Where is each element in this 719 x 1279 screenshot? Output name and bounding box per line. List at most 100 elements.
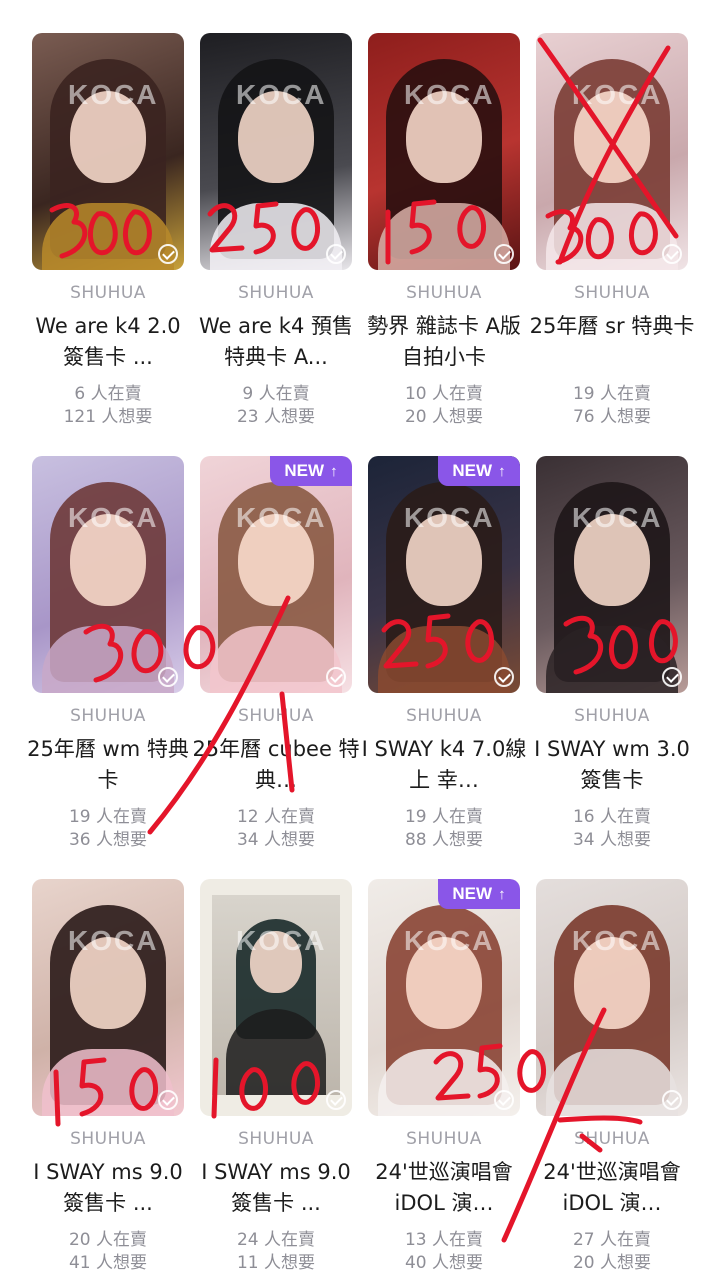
artist-name: SHUHUA — [406, 706, 482, 726]
artist-name: SHUHUA — [574, 1129, 650, 1149]
selling-count: 20 人在賣 — [68, 1230, 148, 1250]
photocard-item[interactable]: KOCA SHUHUA 勢界 雜誌卡 A版自拍小卡 10 人在賣 20 人想要 — [367, 33, 536, 433]
wanted-count: 23 人想要 — [236, 407, 316, 427]
artist-name: SHUHUA — [70, 706, 146, 726]
body-shape — [42, 626, 174, 693]
check-circle-icon[interactable] — [494, 244, 514, 264]
photocard-grid: KOCA SHUHUA We are k4 2.0 簽售卡 ... 6 人在賣 … — [0, 0, 719, 1277]
wanted-count: 34 人想要 — [572, 830, 652, 850]
body-shape — [378, 626, 510, 693]
artist-name: SHUHUA — [406, 283, 482, 303]
arrow-up-icon: ↑ — [498, 885, 506, 903]
card-title: We are k4 預售 特典卡 A... — [199, 314, 353, 369]
watermark: KOCA — [404, 79, 495, 110]
photocard-item[interactable]: KOCA NEW ↑ SHUHUA 25年曆 cubee 特典… 12 人在賣 3… — [192, 456, 368, 856]
card-photo[interactable]: KOCA — [536, 879, 688, 1116]
artist-name: SHUHUA — [574, 706, 650, 726]
check-circle-icon[interactable] — [158, 667, 178, 687]
check-circle-icon[interactable] — [494, 1090, 514, 1110]
arrow-up-icon: ↑ — [498, 462, 506, 480]
photocard-item[interactable]: KOCA NEW ↑ SHUHUA I SWAY k4 7.0線上 幸… 19 人… — [362, 456, 536, 856]
selling-count: 16 人在賣 — [572, 807, 652, 827]
selling-count: 13 人在賣 — [404, 1230, 484, 1250]
artist-name: SHUHUA — [70, 283, 146, 303]
artist-name: SHUHUA — [238, 283, 314, 303]
card-photo[interactable]: KOCA — [200, 879, 352, 1116]
check-circle-icon[interactable] — [662, 1090, 682, 1110]
photocard-item[interactable]: KOCA NEW ↑ SHUHUA 24'世巡演唱會 iDOL 演… 13 人在賣… — [368, 879, 536, 1279]
shirt-shape — [210, 203, 342, 270]
artist-name: SHUHUA — [238, 706, 314, 726]
wanted-count: 20 人想要 — [572, 1253, 652, 1273]
wanted-count: 11 人想要 — [236, 1253, 316, 1273]
photocard-item[interactable]: KOCA SHUHUA I SWAY wm 3.0 簽售卡 16 人在賣 34 … — [534, 456, 704, 856]
check-circle-icon[interactable] — [326, 1090, 346, 1110]
body-shape — [378, 203, 510, 270]
card-title: 25年曆 cubee 特典… — [192, 737, 360, 792]
check-circle-icon[interactable] — [158, 244, 178, 264]
new-badge-label: NEW — [284, 461, 325, 480]
artist-name: SHUHUA — [70, 1129, 146, 1149]
selling-count: 12 人在賣 — [236, 807, 316, 827]
watermark: KOCA — [404, 502, 495, 533]
check-circle-icon[interactable] — [326, 667, 346, 687]
wanted-count: 40 人想要 — [404, 1253, 484, 1273]
photocard-item[interactable]: KOCA SHUHUA 25年曆 sr 特典卡 19 人在賣 76 人想要 — [530, 33, 704, 433]
wanted-count: 88 人想要 — [404, 830, 484, 850]
card-photo[interactable]: KOCA — [368, 33, 520, 270]
new-badge: NEW ↑ — [438, 879, 520, 909]
artist-name: SHUHUA — [574, 283, 650, 303]
check-circle-icon[interactable] — [662, 667, 682, 687]
watermark: KOCA — [68, 925, 159, 956]
watermark: KOCA — [572, 925, 663, 956]
card-title: 25年曆 wm 特典卡 — [27, 737, 189, 792]
artist-name: SHUHUA — [406, 1129, 482, 1149]
body-shape — [378, 1049, 510, 1116]
selling-count: 10 人在賣 — [404, 384, 484, 404]
new-badge: NEW ↑ — [438, 456, 520, 486]
selling-count: 24 人在賣 — [236, 1230, 316, 1250]
new-badge: NEW ↑ — [270, 456, 352, 486]
card-photo[interactable]: KOCA — [32, 33, 184, 270]
photocard-item[interactable]: KOCA SHUHUA 24'世巡演唱會 iDOL 演… 27 人在賣 20 人… — [536, 879, 704, 1279]
wanted-count: 76 人想要 — [572, 407, 652, 427]
photocard-item[interactable]: KOCA SHUHUA 25年曆 wm 特典卡 19 人在賣 36 人想要 — [27, 456, 200, 856]
card-title: 24'世巡演唱會 iDOL 演… — [543, 1160, 681, 1215]
photocard-item[interactable]: KOCA SHUHUA We are k4 預售 特典卡 A... 9 人在賣 … — [199, 33, 368, 433]
card-photo[interactable]: KOCA — [200, 33, 352, 270]
wanted-count: 41 人想要 — [68, 1253, 148, 1273]
card-photo[interactable]: KOCA — [32, 456, 184, 693]
card-title: I SWAY ms 9.0 簽售卡 ... — [201, 1160, 351, 1215]
card-photo[interactable]: KOCA — [536, 456, 688, 693]
card-photo[interactable]: KOCA NEW ↑ — [200, 456, 352, 693]
card-title: 24'世巡演唱會 iDOL 演… — [375, 1160, 513, 1215]
card-photo[interactable]: KOCA — [32, 879, 184, 1116]
card-title: I SWAY k4 7.0線上 幸… — [361, 737, 527, 792]
scarf-shape — [42, 203, 174, 270]
card-photo[interactable]: KOCA — [536, 33, 688, 270]
selling-count: 27 人在賣 — [572, 1230, 652, 1250]
check-circle-icon[interactable] — [662, 244, 682, 264]
card-photo[interactable]: KOCA NEW ↑ — [368, 879, 520, 1116]
body-shape — [210, 626, 342, 693]
photocard-item[interactable]: KOCA SHUHUA We are k4 2.0 簽售卡 ... 6 人在賣 … — [32, 33, 200, 433]
photocard-item[interactable]: KOCA SHUHUA I SWAY ms 9.0 簽售卡 ... 20 人在賣… — [32, 879, 200, 1279]
wanted-count: 121 人想要 — [63, 407, 153, 427]
check-circle-icon[interactable] — [494, 667, 514, 687]
selling-count: 19 人在賣 — [68, 807, 148, 827]
watermark: KOCA — [572, 79, 663, 110]
watermark: KOCA — [572, 502, 663, 533]
new-badge-label: NEW — [452, 884, 493, 903]
photocard-item[interactable]: KOCA SHUHUA I SWAY ms 9.0 簽售卡 ... 24 人在賣… — [200, 879, 368, 1279]
body-shape — [546, 203, 678, 270]
watermark: KOCA — [236, 79, 327, 110]
check-circle-icon[interactable] — [158, 1090, 178, 1110]
card-title: 25年曆 sr 特典卡 — [529, 314, 695, 338]
card-title: 勢界 雜誌卡 A版自拍小卡 — [367, 314, 521, 369]
artist-name: SHUHUA — [238, 1129, 314, 1149]
selling-count: 19 人在賣 — [404, 807, 484, 827]
check-circle-icon[interactable] — [326, 244, 346, 264]
card-photo[interactable]: KOCA NEW ↑ — [368, 456, 520, 693]
selling-count: 19 人在賣 — [572, 384, 652, 404]
wanted-count: 36 人想要 — [68, 830, 148, 850]
